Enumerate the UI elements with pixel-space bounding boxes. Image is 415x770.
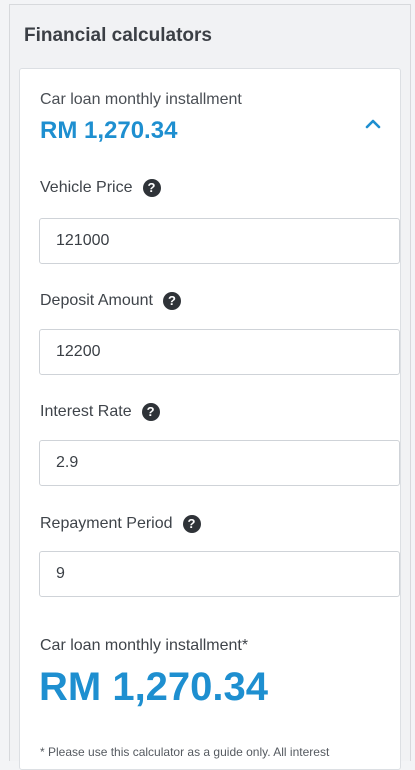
field-label-text: Repayment Period <box>40 515 173 532</box>
vehicle-price-label: Vehicle Price ? <box>40 179 161 197</box>
help-circle-icon[interactable]: ? <box>162 292 181 310</box>
field-label-text: Interest Rate <box>40 403 132 420</box>
page-title: Financial calculators <box>24 25 212 46</box>
help-circle-icon[interactable]: ? <box>182 515 201 533</box>
help-circle-icon[interactable]: ? <box>142 179 161 197</box>
help-circle-icon[interactable]: ? <box>141 403 160 421</box>
summary-label: Car loan monthly installment <box>40 91 242 108</box>
deposit-amount-input[interactable] <box>39 329 400 375</box>
car-loan-calculator-card: Car loan monthly installment RM 1,270.34… <box>19 68 401 770</box>
result-label: Car loan monthly installment* <box>40 637 249 654</box>
financial-calculators-panel: Financial calculators Car loan monthly i… <box>9 4 411 770</box>
repayment-period-input[interactable] <box>39 551 400 597</box>
summary-amount: RM 1,270.34 <box>40 117 178 144</box>
field-label-text: Deposit Amount <box>40 292 153 309</box>
interest-rate-input[interactable] <box>39 440 400 486</box>
deposit-amount-label: Deposit Amount ? <box>40 292 181 310</box>
vehicle-price-input[interactable] <box>39 218 400 264</box>
repayment-period-label: Repayment Period ? <box>40 515 201 533</box>
disclaimer-text: * Please use this calculator as a guide … <box>40 745 330 759</box>
result-amount: RM 1,270.34 <box>39 665 269 709</box>
chevron-up-icon[interactable] <box>362 113 384 135</box>
interest-rate-label: Interest Rate ? <box>40 403 160 421</box>
field-label-text: Vehicle Price <box>40 179 133 196</box>
